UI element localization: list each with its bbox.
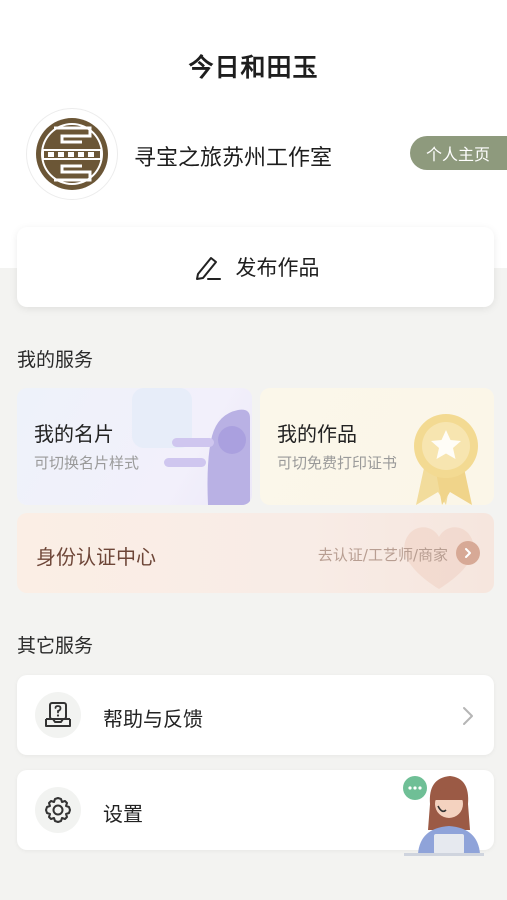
publish-work-label: 发布作品 — [235, 256, 320, 280]
help-feedback-icon — [35, 692, 81, 738]
help-feedback-label: 帮助与反馈 — [103, 707, 203, 731]
personal-homepage-button[interactable]: 个人主页 — [410, 136, 507, 170]
avatar[interactable] — [26, 108, 118, 200]
my-services-title: 我的服务 — [17, 349, 94, 371]
customer-service-agent-icon — [403, 776, 484, 856]
chevron-right-icon[interactable] — [456, 541, 480, 565]
pen-icon — [195, 257, 221, 280]
publish-work-button[interactable]: 发布作品 — [17, 227, 494, 307]
my-works-subtitle: 可切免费打印证书 — [277, 454, 398, 472]
identity-verification-card[interactable]: 身份认证中心 去认证/工艺师/商家 — [17, 513, 494, 593]
my-business-card[interactable]: 我的名片 可切换名片样式 — [17, 388, 252, 505]
gear-icon — [35, 787, 81, 833]
star-medal-icon — [414, 414, 478, 505]
identity-center-title: 身份认证中心 — [36, 545, 156, 569]
identity-verify-link[interactable]: 去认证/工艺师/商家 — [318, 544, 448, 565]
settings-label: 设置 — [103, 802, 143, 826]
seal-logo-icon — [36, 118, 108, 190]
card-person-icon — [132, 388, 250, 505]
my-business-card-subtitle: 可切换名片样式 — [34, 454, 140, 472]
other-services-title: 其它服务 — [17, 635, 94, 657]
my-works-title: 我的作品 — [277, 422, 357, 446]
personal-homepage-label: 个人主页 — [426, 145, 491, 164]
my-works-card[interactable]: 我的作品 可切免费打印证书 — [260, 388, 494, 505]
customer-service-button[interactable] — [398, 770, 488, 858]
help-feedback-item[interactable]: 帮助与反馈 — [17, 675, 494, 755]
my-business-card-title: 我的名片 — [34, 422, 114, 446]
page-title: 今日和田玉 — [188, 53, 319, 82]
chevron-right-icon — [462, 706, 474, 730]
studio-name: 寻宝之旅苏州工作室 — [134, 146, 333, 171]
